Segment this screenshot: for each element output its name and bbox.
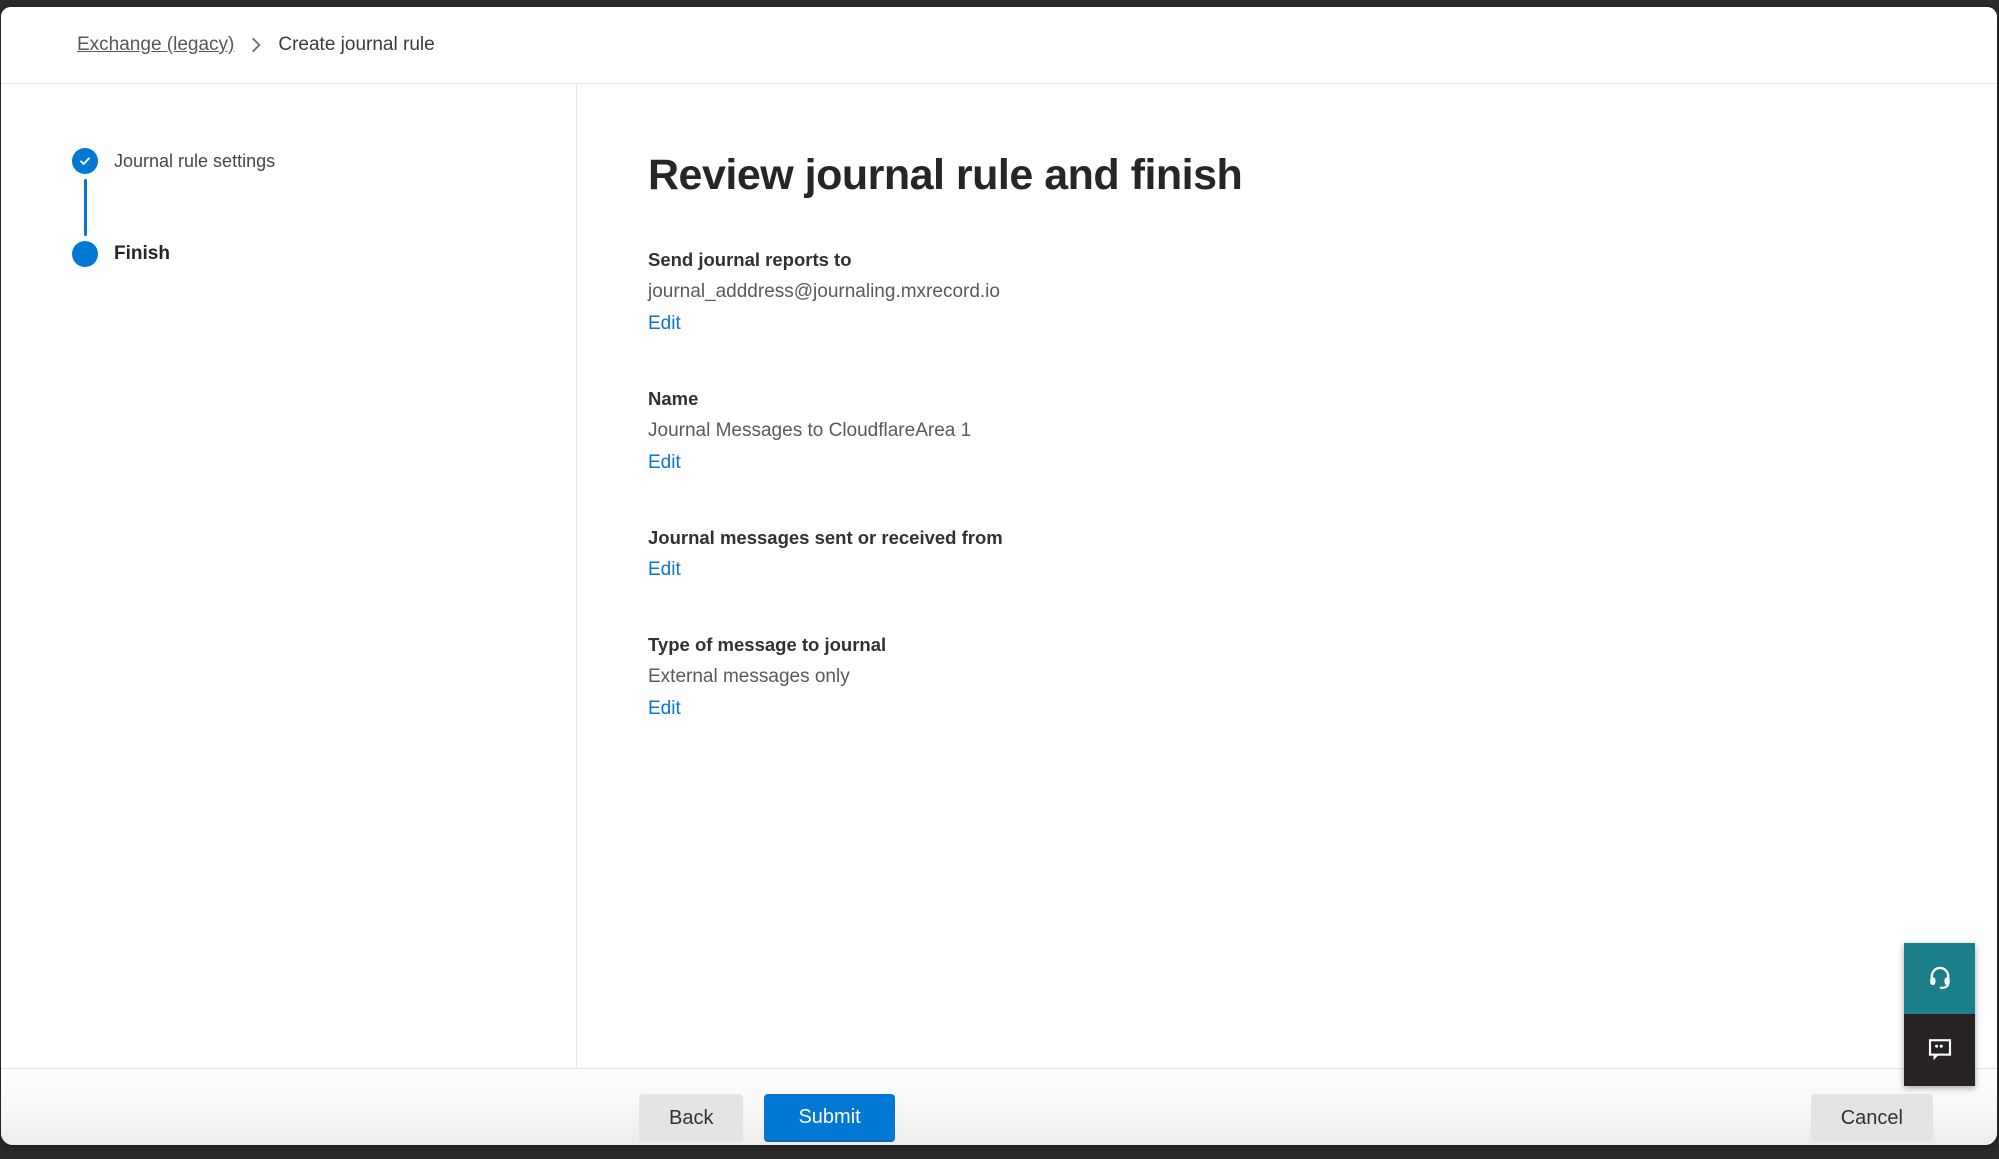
- chevron-right-icon: [250, 36, 262, 54]
- step-label: Finish: [114, 243, 170, 265]
- body-region: Journal rule settings Finish Review jour…: [1, 85, 1997, 1068]
- edit-name-link[interactable]: Edit: [648, 447, 681, 479]
- section-value: journal_adddress@journaling.mxrecord.io: [648, 276, 1937, 308]
- breadcrumb-bar: Exchange (legacy) Create journal rule: [1, 7, 1997, 84]
- review-section-name: Name Journal Messages to CloudflareArea …: [648, 383, 1937, 479]
- section-value: Journal Messages to CloudflareArea 1: [648, 415, 1937, 447]
- wizard-sidebar: Journal rule settings Finish: [1, 85, 577, 1068]
- support-button[interactable]: [1904, 943, 1975, 1014]
- cancel-button[interactable]: Cancel: [1811, 1094, 1933, 1142]
- headset-icon: [1926, 963, 1954, 994]
- step-completed-check-icon: [72, 148, 98, 174]
- chat-icon: [1925, 1034, 1955, 1067]
- feedback-button[interactable]: [1904, 1014, 1975, 1086]
- section-label: Journal messages sent or received from: [648, 522, 1937, 554]
- section-label: Name: [648, 383, 1937, 415]
- step-label: Journal rule settings: [114, 151, 275, 172]
- edit-send-journal-reports-link[interactable]: Edit: [648, 308, 681, 340]
- back-button[interactable]: Back: [639, 1094, 743, 1142]
- page-title: Review journal rule and finish: [648, 150, 1937, 202]
- step-current-dot-icon: [72, 241, 98, 267]
- edit-message-type-link[interactable]: Edit: [648, 693, 681, 725]
- wizard-step-finish[interactable]: Finish: [72, 241, 576, 267]
- wizard-step-journal-rule-settings[interactable]: Journal rule settings: [72, 148, 576, 174]
- section-label: Send journal reports to: [648, 244, 1937, 276]
- breadcrumb: Exchange (legacy) Create journal rule: [77, 34, 435, 56]
- edit-journal-messages-from-link[interactable]: Edit: [648, 554, 681, 586]
- section-value: External messages only: [648, 661, 1937, 693]
- app-window: Exchange (legacy) Create journal rule Jo…: [1, 7, 1997, 1145]
- assist-button-stack: [1904, 943, 1975, 1086]
- review-section-journal-messages-from: Journal messages sent or received from E…: [648, 522, 1937, 586]
- review-panel: Review journal rule and finish Send jour…: [577, 85, 1997, 1068]
- submit-button[interactable]: Submit: [764, 1094, 894, 1142]
- review-section-message-type: Type of message to journal External mess…: [648, 629, 1937, 725]
- breadcrumb-current: Create journal rule: [278, 34, 434, 56]
- section-label: Type of message to journal: [648, 629, 1937, 661]
- breadcrumb-link-exchange-legacy[interactable]: Exchange (legacy): [77, 34, 234, 56]
- action-bar: Back Submit Cancel: [1, 1068, 1997, 1145]
- step-connector: [84, 179, 87, 236]
- review-section-send-journal-reports-to: Send journal reports to journal_adddress…: [648, 244, 1937, 340]
